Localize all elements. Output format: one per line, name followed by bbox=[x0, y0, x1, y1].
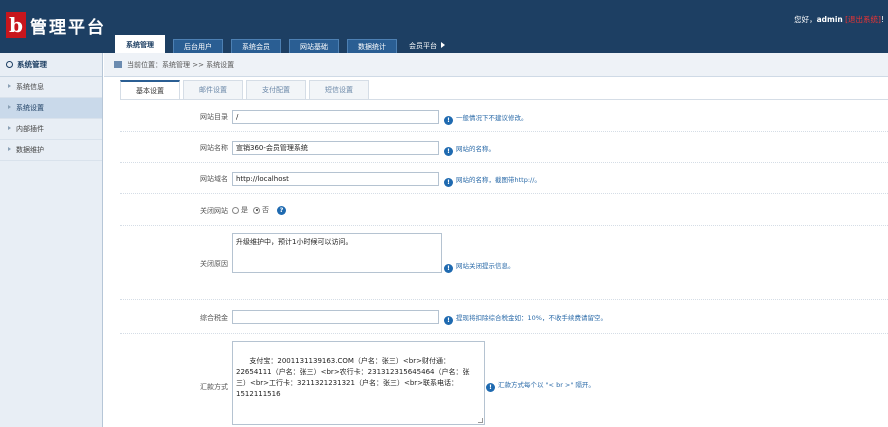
site-name-input[interactable]: 宣销360-会员管理系统 bbox=[232, 141, 439, 155]
close-site-radio-group: 是 否 ? bbox=[232, 205, 286, 215]
row-remit: 汇款方式 支付宝：2001131139163.COM（户名：张三）<br>财付通… bbox=[120, 334, 888, 427]
site-name-label: 网站名称 bbox=[200, 144, 228, 152]
welcome-prefix: 您好， bbox=[794, 15, 817, 24]
sidebar-title[interactable]: 系统管理 bbox=[0, 53, 102, 77]
bullet-arrow-icon bbox=[8, 105, 11, 109]
info-icon: ! bbox=[486, 383, 495, 392]
sidebar-item-label: 数据维护 bbox=[16, 146, 44, 154]
resize-handle[interactable] bbox=[478, 418, 483, 423]
sidebar-item-label: 内部插件 bbox=[16, 125, 44, 133]
settings-circle-icon bbox=[6, 61, 13, 68]
info-icon: ! bbox=[444, 147, 453, 156]
site-domain-label: 网站域名 bbox=[200, 175, 228, 183]
breadcrumb-text: 当前位置：系统管理 >> 系统设置 bbox=[127, 61, 235, 69]
remit-textarea[interactable]: 支付宝：2001131139163.COM（户名：张三）<br>财付通： 226… bbox=[232, 341, 485, 425]
site-name-hint-text: 网站的名称。 bbox=[456, 145, 495, 153]
tab-email-settings[interactable]: 邮件设置 bbox=[183, 80, 243, 99]
site-domain-input[interactable]: http://localhost bbox=[232, 172, 439, 186]
info-icon: ! bbox=[444, 264, 453, 273]
row-site-dir: 网站目录 / ! 一般情况下不建议修改。 bbox=[120, 100, 888, 132]
info-icon: ! bbox=[444, 316, 453, 325]
site-domain-hint: ! 网站的名称，截图带http://。 bbox=[444, 174, 541, 187]
site-dir-hint-text: 一般情况下不建议修改。 bbox=[456, 114, 528, 122]
breadcrumb: 当前位置：系统管理 >> 系统设置 bbox=[104, 53, 888, 77]
row-site-name: 网站名称 宣销360-会员管理系统 ! 网站的名称。 bbox=[120, 132, 888, 163]
username: admin bbox=[816, 15, 843, 24]
close-site-yes-label: 是 bbox=[241, 206, 248, 214]
row-close-site: 关闭网站 是 否 ? bbox=[120, 194, 888, 226]
logout-link[interactable]: [退出系统] bbox=[845, 15, 881, 24]
close-reason-hint-text: 网站关闭提示信息。 bbox=[456, 262, 515, 270]
close-site-label: 关闭网站 bbox=[200, 207, 228, 215]
welcome-bar: 您好，admin [退出系统]! bbox=[794, 14, 884, 25]
sidebar-item-plugins[interactable]: 内部插件 bbox=[0, 119, 102, 140]
info-icon: ! bbox=[444, 116, 453, 125]
settings-form: 网站目录 / ! 一般情况下不建议修改。 网站名称 宣销360-会员管理系统 ! 网… bbox=[120, 99, 888, 427]
site-dir-label: 网站目录 bbox=[200, 113, 228, 121]
sidebar-title-label: 系统管理 bbox=[17, 60, 47, 69]
tax-hint-text: 提现将扣除综合税金如：10%，不收手续费请留空。 bbox=[456, 314, 607, 322]
bullet-arrow-icon bbox=[8, 84, 11, 88]
remit-hint-text: 汇款方式每个以 "< br >" 隔开。 bbox=[498, 381, 595, 389]
tax-label: 综合税金 bbox=[200, 314, 228, 322]
tab-sms-settings[interactable]: 短信设置 bbox=[309, 80, 369, 99]
site-dir-hint: ! 一般情况下不建议修改。 bbox=[444, 112, 528, 125]
chevron-right-icon bbox=[441, 42, 445, 48]
logo-mark: b bbox=[6, 12, 26, 38]
info-icon: ! bbox=[444, 178, 453, 187]
sidebar-item-label: 系统设置 bbox=[16, 104, 44, 112]
close-reason-label: 关闭原因 bbox=[200, 260, 228, 268]
settings-tabs: 基本设置 邮件设置 支付配置 短信设置 bbox=[120, 80, 372, 99]
sidebar-item-system-settings[interactable]: 系统设置 bbox=[0, 98, 102, 119]
sidebar-item-data-maintenance[interactable]: 数据维护 bbox=[0, 140, 102, 161]
bullet-arrow-icon bbox=[8, 126, 11, 130]
nav-tab-members[interactable]: 系统会员 bbox=[231, 39, 281, 53]
site-name-hint: ! 网站的名称。 bbox=[444, 143, 495, 156]
close-site-yes-radio[interactable] bbox=[232, 206, 239, 214]
close-reason-textarea[interactable]: 升级维护中，预计1小时候可以访问。 bbox=[232, 233, 442, 273]
bullet-arrow-icon bbox=[8, 147, 11, 151]
welcome-suffix: ! bbox=[880, 15, 884, 24]
row-tax: 综合税金 ! 提现将扣除综合税金如：10%，不收手续费请留空。 bbox=[120, 300, 888, 334]
remit-hint: ! 汇款方式每个以 "< br >" 隔开。 bbox=[486, 379, 595, 392]
close-site-no-label: 否 bbox=[262, 206, 269, 214]
help-icon[interactable]: ? bbox=[277, 205, 286, 215]
tab-basic-settings[interactable]: 基本设置 bbox=[120, 80, 180, 99]
remit-label: 汇款方式 bbox=[200, 383, 228, 391]
tax-input[interactable] bbox=[232, 310, 439, 324]
tab-payment-settings[interactable]: 支付配置 bbox=[246, 80, 306, 99]
close-site-no-radio[interactable] bbox=[253, 206, 260, 214]
header: b 管理平台 您好，admin [退出系统]! 系统管理 后台用户 系统会员 网… bbox=[0, 0, 888, 53]
nav-tab-site-basics[interactable]: 网站基础 bbox=[289, 39, 339, 53]
sidebar: 系统管理 系统信息 系统设置 内部插件 数据维护 bbox=[0, 53, 103, 427]
row-site-domain: 网站域名 http://localhost ! 网站的名称，截图带http://。 bbox=[120, 163, 888, 194]
sidebar-item-label: 系统信息 bbox=[16, 83, 44, 91]
nav-tab-statistics[interactable]: 数据统计 bbox=[347, 39, 397, 53]
site-domain-hint-text: 网站的名称，截图带http://。 bbox=[456, 176, 541, 184]
nav-tab-system[interactable]: 系统管理 bbox=[115, 35, 165, 53]
nav-more-member-platform[interactable]: 会员平台 bbox=[405, 39, 445, 53]
main-nav: 系统管理 后台用户 系统会员 网站基础 数据统计 会员平台 bbox=[115, 35, 445, 53]
home-icon bbox=[114, 61, 122, 68]
close-reason-hint: ! 网站关闭提示信息。 bbox=[444, 260, 515, 273]
tax-hint: ! 提现将扣除综合税金如：10%，不收手续费请留空。 bbox=[444, 312, 607, 325]
row-close-reason: 关闭原因 升级维护中，预计1小时候可以访问。 ! 网站关闭提示信息。 bbox=[120, 226, 888, 300]
site-dir-input[interactable]: / bbox=[232, 110, 439, 124]
logo[interactable]: b 管理平台 bbox=[6, 12, 106, 38]
sidebar-item-system-info[interactable]: 系统信息 bbox=[0, 77, 102, 98]
remit-textarea-value: 支付宝：2001131139163.COM（户名：张三）<br>财付通： 226… bbox=[236, 357, 470, 398]
nav-more-label: 会员平台 bbox=[409, 42, 437, 50]
nav-tab-admin-users[interactable]: 后台用户 bbox=[173, 39, 223, 53]
logo-text: 管理平台 bbox=[30, 17, 106, 38]
